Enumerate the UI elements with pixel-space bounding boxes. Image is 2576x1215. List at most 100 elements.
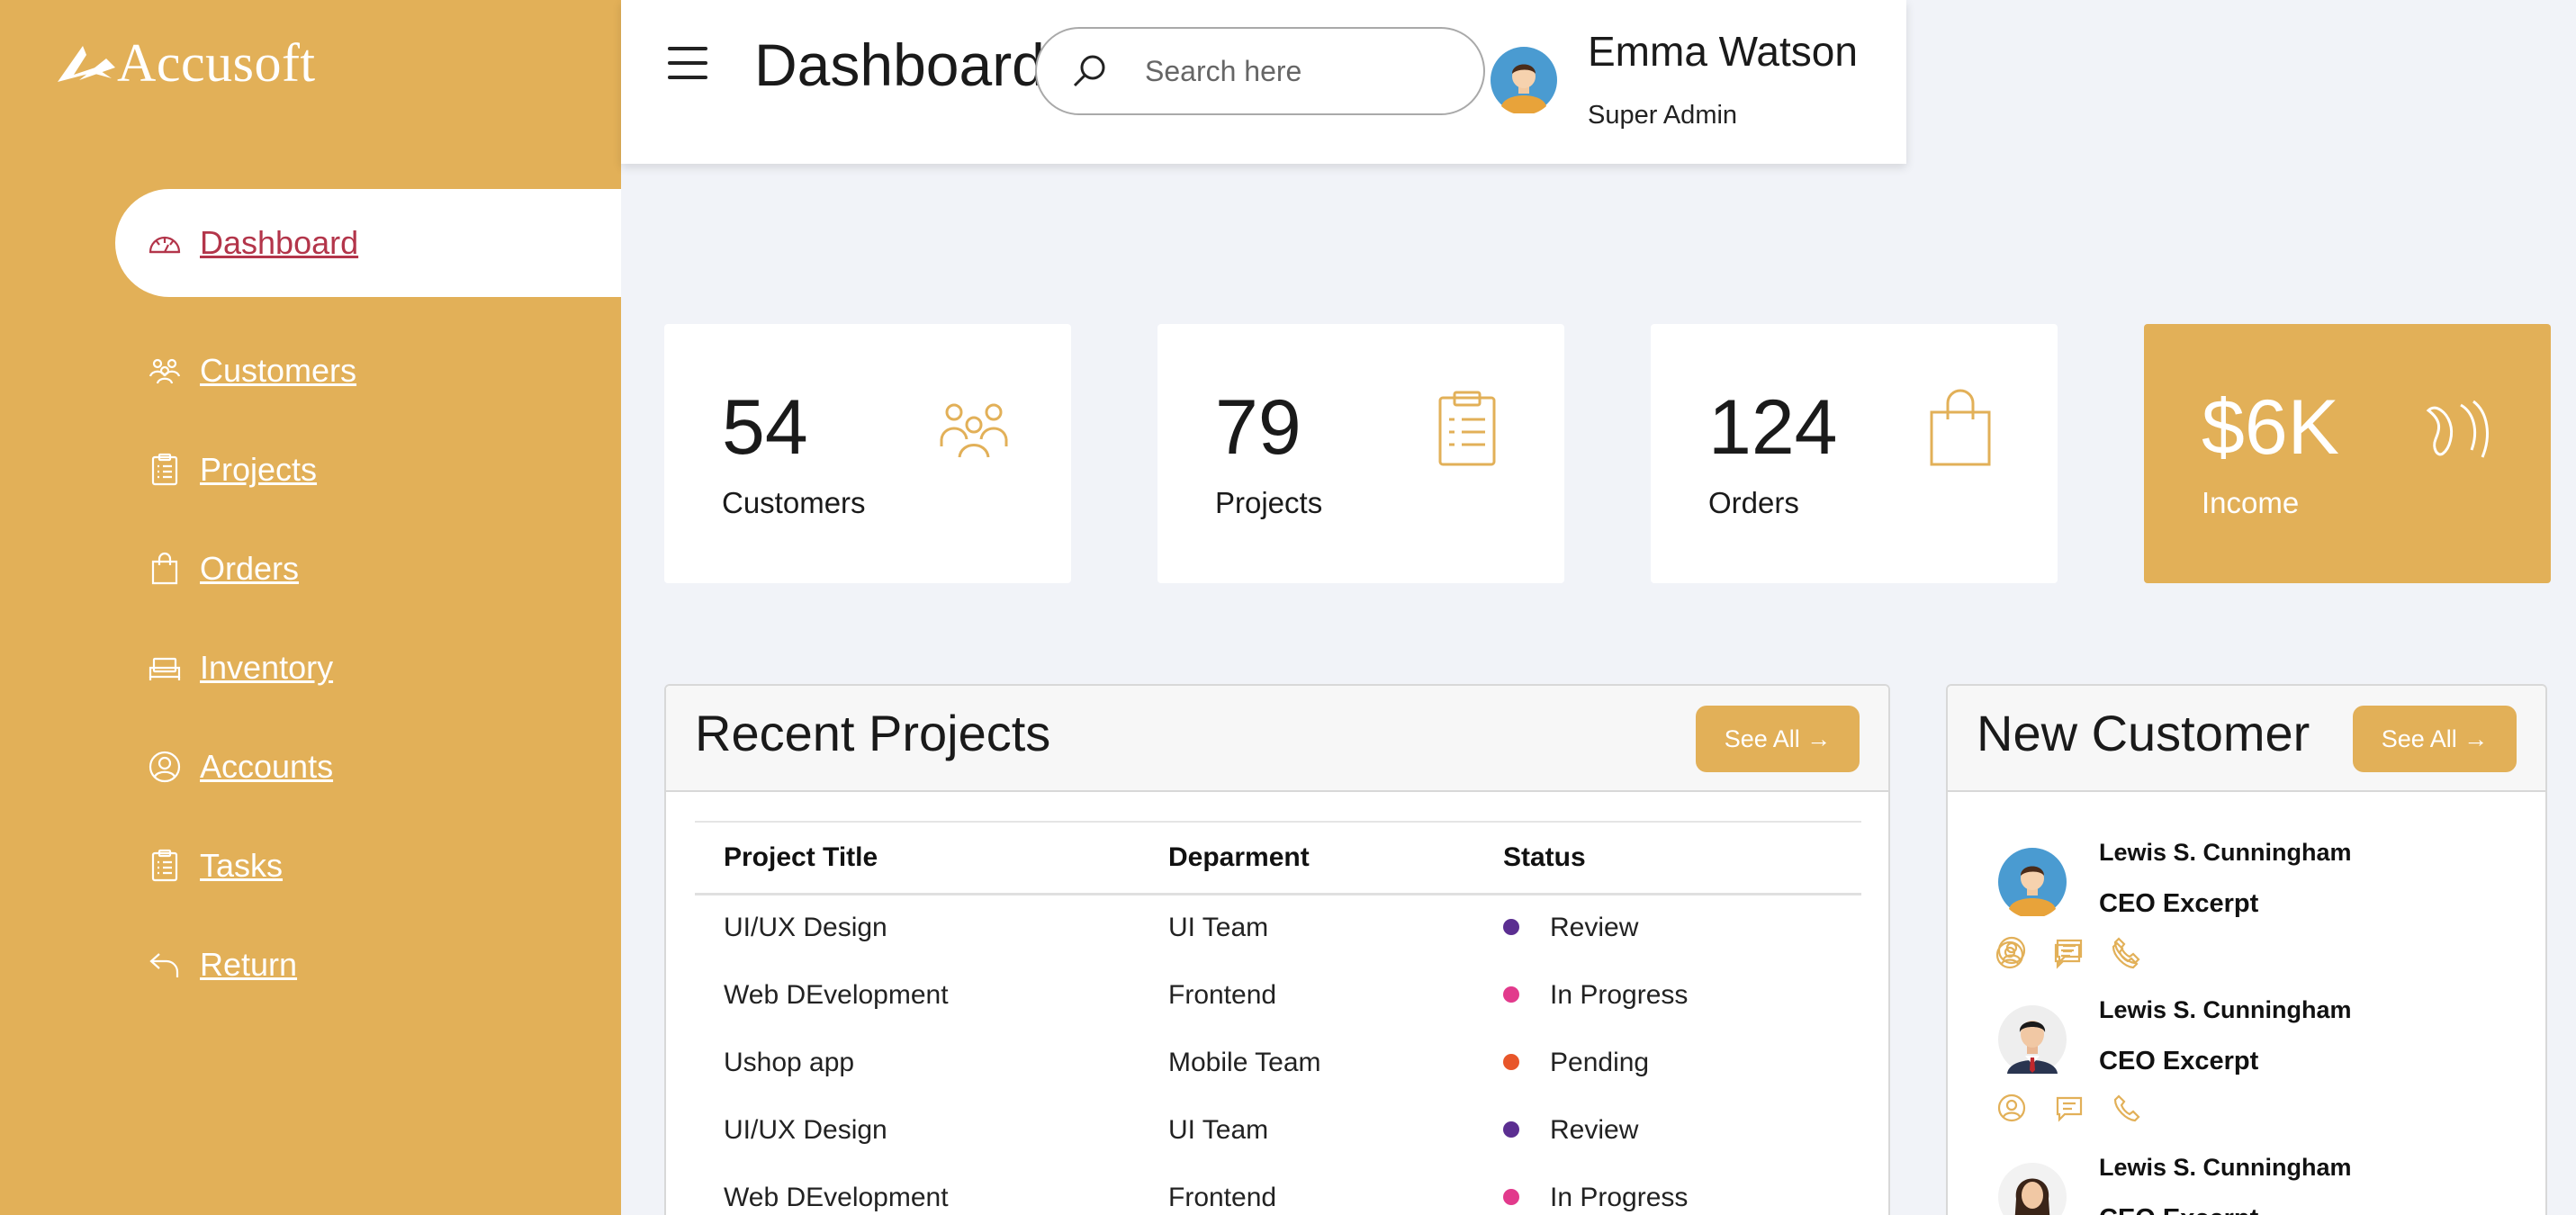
- status-dot: [1503, 1120, 1519, 1138]
- customer-list: Lewis S. Cunningham CEO Excerpt Lewis S.…: [1948, 792, 2545, 1215]
- list-item[interactable]: Lewis S. Cunningham CEO Excerpt: [1948, 792, 2545, 950]
- table-row[interactable]: Web DEvelopment Frontend In Progress: [695, 1164, 1861, 1215]
- customer-name: Lewis S. Cunningham: [2099, 996, 2352, 1023]
- stat-card-projects[interactable]: 79 Projects: [1157, 324, 1564, 583]
- sidebar-item-orders[interactable]: Orders: [115, 515, 299, 623]
- sidebar-item-label: Accounts: [200, 748, 334, 785]
- stat-value: 79: [1215, 384, 1302, 471]
- column-header[interactable]: Deparment: [1139, 821, 1474, 896]
- sidebar-item-label: Inventory: [200, 649, 334, 686]
- stat-card-orders[interactable]: 124 Orders: [1651, 324, 2058, 583]
- table-row[interactable]: Ushop app Mobile Team Pending: [695, 1029, 1861, 1096]
- stat-label: Customers: [722, 486, 866, 519]
- sidebar-item-dashboard[interactable]: Dashboard: [115, 189, 621, 297]
- customer-role: CEO Excerpt: [2099, 1047, 2259, 1076]
- table-row[interactable]: UI/UX Design UI Team Review: [695, 1096, 1861, 1164]
- department-cell: Mobile Team: [1168, 1047, 1321, 1077]
- status-dot: [1503, 1053, 1519, 1070]
- customer-name: Lewis S. Cunningham: [2099, 839, 2352, 866]
- sidebar-item-label: Customers: [200, 352, 357, 389]
- sidebar-item-projects[interactable]: Projects: [115, 416, 317, 524]
- sidebar-item-accounts[interactable]: Accounts: [115, 713, 333, 821]
- status-cell: Review: [1474, 894, 1861, 961]
- stat-value: $6K: [2202, 384, 2340, 471]
- see-all-projects-button[interactable]: See All →: [1696, 706, 1860, 772]
- department-cell: Frontend: [1168, 1182, 1277, 1212]
- profile-icon[interactable]: [1996, 1093, 2031, 1127]
- message-icon[interactable]: [2054, 1093, 2088, 1127]
- recent-projects-panel: Recent Projects See All → Project Title …: [664, 684, 1890, 1215]
- list-item[interactable]: Lewis S. Cunningham CEO Excerpt: [1948, 1094, 2545, 1215]
- customer-actions: [1996, 1093, 2169, 1127]
- user-role: Super Admin: [1588, 101, 1738, 130]
- brand-logo[interactable]: Accusoft: [56, 32, 316, 94]
- clipboard-icon: [146, 451, 184, 489]
- search-input[interactable]: [1145, 54, 1469, 88]
- stat-card-income[interactable]: $6K Income: [2144, 324, 2551, 583]
- man-avatar-blue-icon: [1998, 848, 2067, 916]
- stat-card-customers[interactable]: 54 Customers: [664, 324, 1071, 583]
- task-clipboard-icon: [146, 847, 184, 885]
- stat-label: Income: [2202, 486, 2300, 519]
- project-title-cell: Ushop app: [724, 1047, 855, 1077]
- table-row[interactable]: UI/UX Design UI Team Review: [695, 894, 1861, 961]
- people-icon: [146, 352, 184, 390]
- panel-header: New Customer See All →: [1948, 686, 2545, 792]
- column-header[interactable]: Status: [1474, 821, 1861, 896]
- sidebar-item-label: Dashboard: [200, 224, 359, 261]
- table-header-row: Project Title Deparment Status: [695, 821, 1861, 896]
- status-dot: [1503, 919, 1519, 936]
- customer-role: CEO Excerpt: [2099, 889, 2259, 918]
- sidebar-item-return[interactable]: Return: [115, 911, 297, 1019]
- brand-name: Accusoft: [117, 33, 316, 93]
- sidebar-item-tasks[interactable]: Tasks: [115, 812, 283, 920]
- shopping-bag-icon: [146, 550, 184, 588]
- page-title: Dashboard: [754, 32, 1045, 98]
- status-label: In Progress: [1550, 979, 1689, 1010]
- status-label: Review: [1550, 1114, 1639, 1145]
- user-circle-icon: [146, 748, 184, 786]
- status-label: In Progress: [1550, 1182, 1689, 1212]
- stat-value: 54: [722, 384, 808, 471]
- see-all-customers-button[interactable]: See All →: [2353, 706, 2517, 772]
- user-name: Emma Watson: [1588, 28, 1858, 75]
- search-box[interactable]: [1035, 27, 1485, 115]
- phone-icon[interactable]: [2110, 940, 2144, 974]
- project-title-cell: UI/UX Design: [724, 913, 887, 943]
- project-title-cell: Web DEvelopment: [724, 979, 949, 1010]
- status-dot: [1503, 986, 1519, 1003]
- woman-avatar-icon: [1998, 1163, 2067, 1215]
- customer-name: Lewis S. Cunningham: [2099, 1154, 2352, 1181]
- column-header[interactable]: Project Title: [695, 821, 1139, 896]
- customer-actions: [1995, 940, 2167, 974]
- shopping-bag-icon: [1917, 385, 2004, 472]
- sidebar-item-inventory[interactable]: Inventory: [115, 614, 333, 722]
- income-icon: [2410, 385, 2497, 472]
- panel-header: Recent Projects See All →: [666, 686, 1888, 792]
- table-row[interactable]: Web DEvelopment Frontend In Progress: [695, 961, 1861, 1029]
- clipboard-icon: [1424, 385, 1510, 472]
- sidebar-item-customers[interactable]: Customers: [115, 317, 356, 425]
- panel-title: Recent Projects: [695, 705, 1051, 761]
- accusoft-logo-icon: [58, 45, 115, 82]
- man-suit-avatar-icon: [1998, 1005, 2067, 1074]
- stat-label: Projects: [1215, 486, 1323, 519]
- dashboard-gauge-icon: [146, 224, 184, 262]
- message-icon[interactable]: [2052, 940, 2086, 974]
- user-avatar[interactable]: [1491, 47, 1557, 113]
- customer-role: CEO Excerpt: [2099, 1204, 2258, 1215]
- inventory-icon: [146, 649, 184, 687]
- hamburger-menu-icon[interactable]: [668, 47, 707, 79]
- stat-value: 124: [1708, 384, 1838, 471]
- sidebar-item-label: Tasks: [200, 847, 284, 884]
- phone-icon[interactable]: [2112, 1093, 2146, 1127]
- status-cell: In Progress: [1474, 961, 1861, 1029]
- sidebar-item-label: Return: [200, 946, 298, 983]
- sidebar-item-label: Projects: [200, 451, 318, 488]
- people-icon: [931, 385, 1017, 472]
- status-cell: Review: [1474, 1096, 1861, 1164]
- department-cell: Frontend: [1168, 979, 1277, 1010]
- profile-icon[interactable]: [1995, 940, 2029, 974]
- status-label: Review: [1550, 913, 1639, 943]
- topbar: Dashboard Emma Watson Super Admin: [621, 0, 1906, 164]
